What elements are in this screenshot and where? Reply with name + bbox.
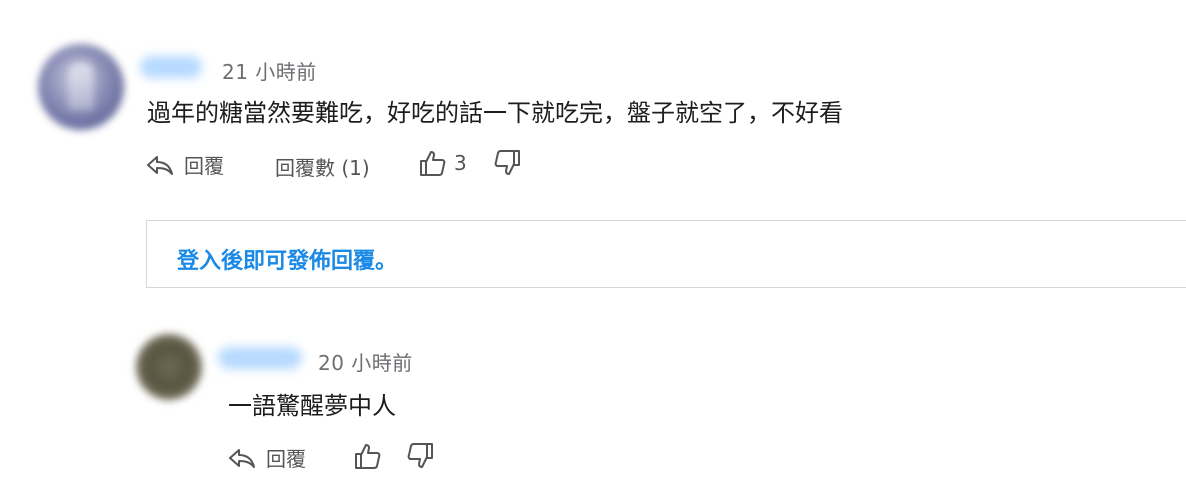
reply-label: 回覆	[184, 154, 224, 178]
thumbs-down-icon	[405, 441, 435, 471]
comment-text: 一語驚醒夢中人	[228, 392, 396, 420]
thumbs-up-icon	[353, 441, 383, 471]
timestamp: 21 小時前	[222, 60, 317, 84]
reply-arrow-icon	[228, 447, 256, 469]
avatar[interactable]	[136, 334, 202, 400]
username[interactable]	[218, 347, 302, 369]
avatar[interactable]	[38, 44, 124, 130]
comment-text: 過年的糖當然要難吃，好吃的話一下就吃完，盤子就空了，不好看	[147, 99, 843, 127]
thumbs-up-icon	[418, 148, 448, 178]
reply-count-label: 回覆數 (1)	[275, 156, 370, 180]
reply-button[interactable]: 回覆	[146, 150, 224, 179]
dislike-button[interactable]	[405, 441, 435, 471]
dislike-button[interactable]	[492, 148, 522, 178]
reply-arrow-icon	[146, 154, 174, 176]
reply-count-button[interactable]: 回覆數 (1)	[275, 152, 370, 181]
reply-label: 回覆	[266, 447, 306, 471]
thumbs-down-icon	[492, 148, 522, 178]
timestamp: 20 小時前	[318, 351, 413, 375]
reply-button[interactable]: 回覆	[228, 443, 306, 472]
like-button[interactable]: 3	[418, 148, 467, 178]
like-count: 3	[454, 151, 467, 175]
like-button[interactable]	[353, 441, 383, 471]
login-link[interactable]: 登入後即可發佈回覆。	[177, 243, 397, 275]
username[interactable]	[140, 56, 202, 78]
login-prompt-box: 登入後即可發佈回覆。	[146, 220, 1186, 288]
